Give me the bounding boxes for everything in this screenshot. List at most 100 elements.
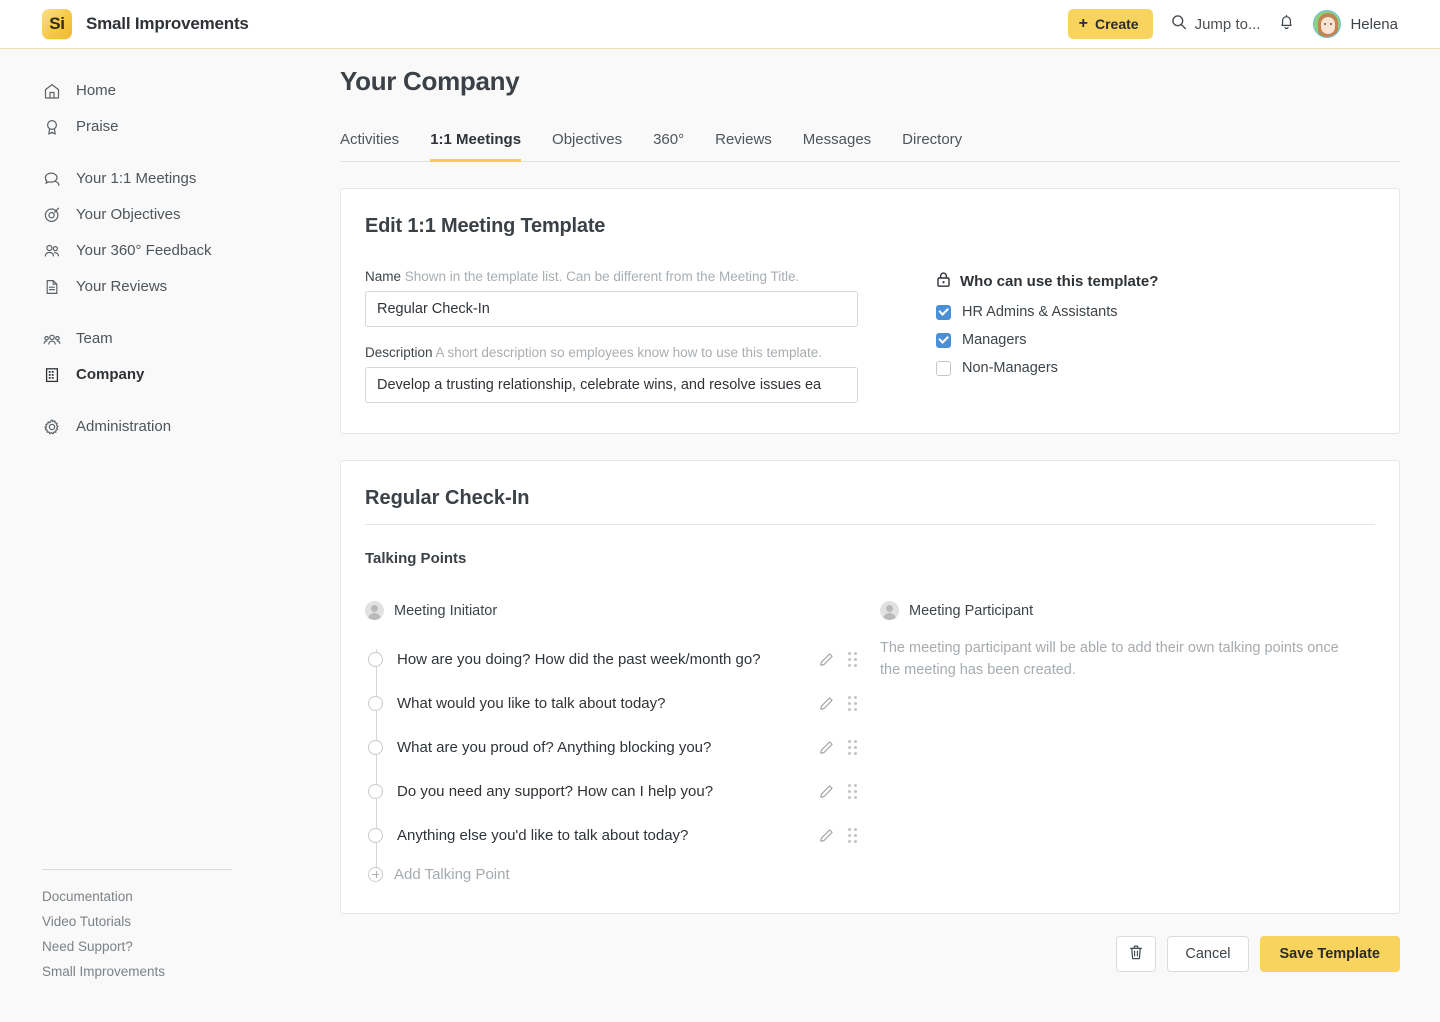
tab-messages[interactable]: Messages	[803, 131, 871, 162]
talking-point-row[interactable]: How are you doing? How did the past week…	[365, 637, 865, 681]
drag-handle-icon[interactable]	[848, 695, 857, 711]
bullet-icon	[368, 827, 383, 843]
sidebar-item-label: Your Objectives	[76, 206, 181, 223]
people-icon	[42, 241, 62, 261]
name-field-group: Name Shown in the template list. Can be …	[365, 269, 858, 327]
delete-button[interactable]	[1116, 936, 1157, 972]
drag-handle-icon[interactable]	[848, 827, 857, 843]
sidebar-item-team[interactable]: Team	[0, 321, 340, 357]
name-field-label: Name Shown in the template list. Can be …	[365, 269, 858, 284]
talking-point-row[interactable]: What are you proud of? Anything blocking…	[365, 725, 865, 769]
initiator-column: Meeting Initiator How are you doing? How…	[365, 601, 865, 891]
document-icon	[42, 277, 62, 297]
sidebar-item-your-360-feedback[interactable]: Your 360° Feedback	[0, 233, 340, 269]
initiator-role-label: Meeting Initiator	[394, 602, 498, 619]
cancel-button[interactable]: Cancel	[1167, 936, 1249, 972]
user-name: Helena	[1350, 15, 1398, 33]
footer-divider	[42, 869, 232, 870]
edit-pencil-icon[interactable]	[819, 828, 834, 843]
talking-point-row[interactable]: Do you need any support? How can I help …	[365, 769, 865, 813]
sidebar-group-org: Team Company	[0, 321, 340, 393]
edit-pencil-icon[interactable]	[819, 784, 834, 799]
edit-pencil-icon[interactable]	[819, 652, 834, 667]
edit-pencil-icon[interactable]	[819, 740, 834, 755]
footer-link-documentation[interactable]: Documentation	[42, 884, 340, 909]
name-input[interactable]	[365, 291, 858, 327]
sidebar-item-praise[interactable]: Praise	[0, 109, 340, 145]
permission-hr-admins[interactable]: HR Admins & Assistants	[936, 304, 1158, 320]
template-title: Regular Check-In	[365, 487, 1375, 525]
drag-handle-icon[interactable]	[848, 783, 857, 799]
sidebar-item-company[interactable]: Company	[0, 357, 340, 393]
tab-activities[interactable]: Activities	[340, 131, 399, 162]
permission-managers[interactable]: Managers	[936, 332, 1158, 348]
edit-pencil-icon[interactable]	[819, 696, 834, 711]
team-icon	[42, 329, 62, 349]
checkbox-hr-admins[interactable]	[936, 304, 951, 320]
tab-directory[interactable]: Directory	[902, 131, 962, 162]
sidebar-item-your-reviews[interactable]: Your Reviews	[0, 269, 340, 305]
footer-link-need-support[interactable]: Need Support?	[42, 934, 340, 959]
permission-label: Managers	[962, 332, 1027, 348]
description-field-label: Description A short description so emplo…	[365, 345, 858, 360]
drag-handle-icon[interactable]	[848, 739, 857, 755]
award-icon	[42, 117, 62, 137]
talking-point-text: Anything else you'd like to talk about t…	[397, 826, 689, 844]
talking-points-section-label: Talking Points	[365, 550, 467, 567]
chat-icon	[42, 169, 62, 189]
user-menu[interactable]: Helena	[1313, 10, 1398, 38]
tab-reviews[interactable]: Reviews	[715, 131, 772, 162]
add-talking-point-button[interactable]: Add Talking Point	[368, 857, 865, 891]
brand[interactable]: Si Small Improvements	[42, 9, 249, 39]
participant-note: The meeting participant will be able to …	[880, 640, 1339, 678]
sidebar-group-your: Your 1:1 Meetings Your Objectives Your 3…	[0, 161, 340, 305]
permissions-title-text: Who can use this template?	[960, 273, 1159, 290]
bell-icon	[1278, 13, 1295, 36]
notifications-button[interactable]	[1278, 13, 1295, 36]
sidebar-item-label: Praise	[76, 118, 119, 135]
checkbox-managers[interactable]	[936, 332, 951, 348]
talking-point-list: How are you doing? How did the past week…	[365, 637, 865, 891]
sidebar-item-your-1-1-meetings[interactable]: Your 1:1 Meetings	[0, 161, 340, 197]
permission-non-managers[interactable]: Non-Managers	[936, 360, 1158, 376]
description-label-text: Description	[365, 345, 433, 360]
tab-1-1-meetings[interactable]: 1:1 Meetings	[430, 131, 522, 162]
jump-to-search[interactable]: Jump to...	[1171, 14, 1260, 34]
sidebar-item-label: Your Reviews	[76, 278, 168, 295]
plus-circle-icon	[368, 866, 383, 882]
participant-role-label: Meeting Participant	[909, 602, 1034, 619]
brand-name: Small Improvements	[86, 14, 249, 33]
create-button[interactable]: + Create	[1067, 9, 1153, 39]
drag-handle-icon[interactable]	[848, 651, 857, 667]
permissions-panel: Who can use this template? HR Admins & A…	[936, 269, 1158, 403]
permissions-title: Who can use this template?	[936, 271, 1158, 292]
bullet-icon	[368, 739, 383, 755]
sidebar-item-label: Team	[76, 330, 113, 347]
edit-template-card: Edit 1:1 Meeting Template Name Shown in …	[340, 188, 1400, 434]
save-template-button[interactable]: Save Template	[1259, 936, 1400, 972]
sidebar-item-your-objectives[interactable]: Your Objectives	[0, 197, 340, 233]
tab-objectives[interactable]: Objectives	[552, 131, 622, 162]
talking-point-text: How are you doing? How did the past week…	[397, 650, 761, 668]
talking-point-row[interactable]: Anything else you'd like to talk about t…	[365, 813, 865, 857]
initiator-role-header: Meeting Initiator	[365, 601, 865, 620]
description-input[interactable]	[365, 367, 858, 403]
tab-360[interactable]: 360°	[653, 131, 684, 162]
footer-link-small-improvements[interactable]: Small Improvements	[42, 959, 340, 984]
talking-point-row[interactable]: What would you like to talk about today?	[365, 681, 865, 725]
checkbox-non-managers[interactable]	[936, 360, 951, 376]
name-field-hint: Shown in the template list. Can be diffe…	[404, 269, 800, 284]
bullet-icon	[368, 695, 383, 711]
sidebar-footer: Documentation Video Tutorials Need Suppo…	[0, 869, 340, 984]
sidebar-item-home[interactable]: Home	[0, 73, 340, 109]
talking-point-text: What are you proud of? Anything blocking…	[397, 738, 712, 756]
app-logo-icon: Si	[42, 9, 72, 39]
top-bar: Si Small Improvements + Create Jump to..…	[0, 0, 1440, 49]
footer-link-video-tutorials[interactable]: Video Tutorials	[42, 909, 340, 934]
form-actions: Cancel Save Template	[340, 936, 1400, 996]
sidebar-item-administration[interactable]: Administration	[0, 409, 340, 445]
bullet-icon	[368, 783, 383, 799]
add-talking-point-label: Add Talking Point	[394, 865, 510, 883]
talking-point-actions	[819, 827, 857, 843]
permission-label: HR Admins & Assistants	[962, 304, 1118, 320]
